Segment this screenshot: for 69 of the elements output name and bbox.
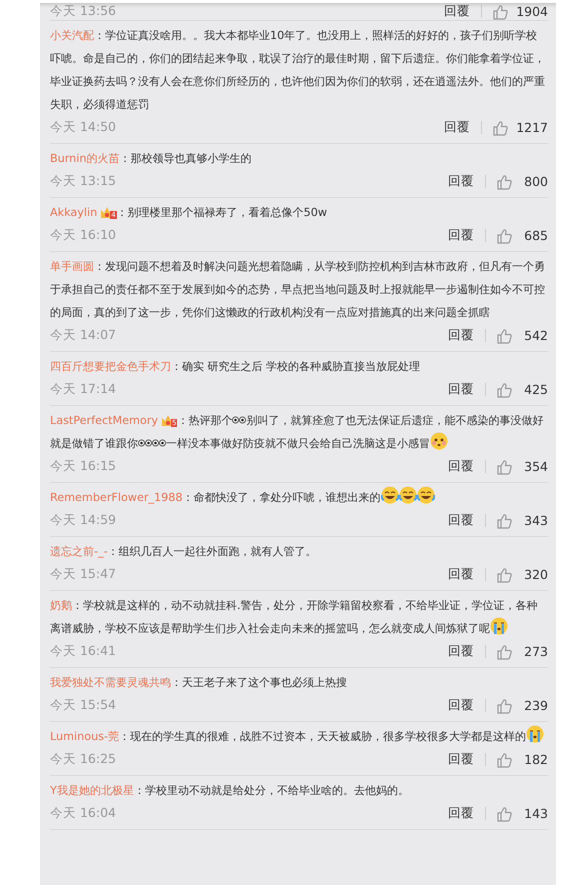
like-count: 239 <box>523 698 548 713</box>
reply-link[interactable]: 回覆 <box>444 119 470 136</box>
reply-link[interactable]: 回覆 <box>448 566 474 583</box>
timestamp: 今天 14:59 <box>50 512 116 529</box>
comment-text: Y我是她的北极星：学校里动不动就是给处分，不给毕业啥的。去他妈的。 <box>50 783 410 799</box>
crying-emoji-icon <box>526 725 544 743</box>
laughing-emoji-icon <box>380 486 399 504</box>
reply-link[interactable]: 回覆 <box>448 458 474 475</box>
timestamp: 今天 16:10 <box>50 227 116 244</box>
reply-link[interactable]: 回覆 <box>448 751 474 768</box>
reply-link[interactable]: 回覆 <box>448 512 474 529</box>
like-count: 143 <box>523 806 548 821</box>
reply-link[interactable]: 回覆 <box>448 805 474 822</box>
timestamp: 今天 17:14 <box>50 381 116 398</box>
thumbs-up-icon[interactable] <box>496 806 512 822</box>
reply-link[interactable]: 回覆 <box>448 327 474 344</box>
thumbs-up-icon[interactable] <box>496 382 512 398</box>
like-count: 425 <box>523 382 548 397</box>
like-count: 1217 <box>516 120 548 135</box>
reply-link[interactable]: 回覆 <box>448 227 474 244</box>
blushing-emoji-icon <box>430 432 448 450</box>
comment-text: 奶鹅：学校就是这样的，动不动就挂科.警告，处分，开除学籍留校察看，不给毕业证，学位证，各种离谱威胁，学校不应该是帮助学生们步入社会走向未来的摇篮吗，怎么就变成人间炼狱了呢 <box>50 598 539 637</box>
like-count: 273 <box>523 644 548 659</box>
thumbs-up-icon[interactable] <box>496 566 512 582</box>
comment-text: 小关汽配：学位证真没啥用。。我大本都毕业10年了。也没用上，照样活的好好的，孩子们别听学校吓唬。命是自己的，你们的团结起来争取，耽误了治疗的最佳时期，留下后遗症。你们能拿着学位证，毕业证换药去吗？没有人会在意你们所经历的，也许他们因为你们的软弱，还在逍遥法外。他们的严重失职，必须得道惩罚 <box>50 28 546 113</box>
like-count: 542 <box>523 328 548 343</box>
reply-link[interactable]: 回覆 <box>448 643 474 660</box>
thumbs-up-icon[interactable] <box>492 120 508 136</box>
timestamp: 今天 15:54 <box>50 697 116 714</box>
thumbs-up-icon[interactable] <box>496 174 512 190</box>
comment-text: 四百斤想要把金色手术刀：确实 研究生之后 学校的各种威胁直接当放屁处理 <box>50 359 422 375</box>
reply-link[interactable]: 回覆 <box>444 3 470 20</box>
thumbs-up-icon[interactable] <box>496 512 512 528</box>
timestamp: 今天 13:15 <box>50 173 116 190</box>
like-count: 1904 <box>516 4 548 19</box>
reply-link[interactable]: 回覆 <box>448 173 474 190</box>
reply-link[interactable]: 回覆 <box>448 381 474 398</box>
timestamp: 今天 16:04 <box>50 805 116 822</box>
thumbs-up-icon[interactable] <box>496 228 512 244</box>
comment-text: Luminous-莞：现在的学生真的很难，战胜不过资本，天天被威胁，很多学校很多大学都是这样的 <box>50 725 548 748</box>
crying-emoji-icon <box>490 617 508 635</box>
timestamp: 今天 16:41 <box>50 643 116 660</box>
comment-text: 遗忘之前-_-：组织几百人一起往外面跑，就有人管了。 <box>50 544 318 560</box>
like-count: 320 <box>523 567 548 582</box>
comment-text: 单手画圆：发现问题不想着及时解决问题光想着隐瞒，从学校到防控机构到吉林市政府，但凡有一个勇于承担自己的责任都不至于发展到如今的态势，早点把当地问题及时上报就能早一步遏制住如今不可控的局面，真的到了这一步，凭你们这懒政的行政机构没有一点应对措施真的出来问题全抓瞎 <box>50 259 546 321</box>
comment-text: 我爱独处不需要灵魂共鸣：天王老子来了这个事也必须上热搜 <box>50 675 348 691</box>
timestamp: 今天 13:56 <box>50 3 116 20</box>
like-count: 343 <box>523 513 548 528</box>
thumbs-up-icon[interactable] <box>492 4 508 20</box>
laughing-emoji-icon <box>416 486 435 504</box>
thumbs-up-icon[interactable] <box>496 458 512 474</box>
timestamp: 今天 16:15 <box>50 458 116 475</box>
like-count: 354 <box>523 459 548 474</box>
thumbs-up-icon[interactable] <box>496 698 512 714</box>
eyes-emoji-icon <box>232 416 246 424</box>
thumbs-up-icon[interactable] <box>496 328 512 344</box>
laughing-emoji-icon <box>398 486 417 504</box>
reply-link[interactable]: 回覆 <box>448 697 474 714</box>
like-count: 685 <box>523 228 548 243</box>
timestamp: 今天 14:50 <box>50 119 116 136</box>
timestamp: 今天 15:47 <box>50 566 116 583</box>
comment-text: RememberFlower_1988：命都快没了，拿处分吓唬，谁想出来的 <box>50 486 548 509</box>
thumbs-up-icon[interactable] <box>496 752 512 768</box>
thumbs-up-icon[interactable] <box>496 644 512 660</box>
timestamp: 今天 14:07 <box>50 327 116 344</box>
comment-text: Burnin的火苗：那校领导也真够小学生的 <box>50 151 252 167</box>
timestamp: 今天 16:25 <box>50 751 116 768</box>
like-count: 182 <box>523 752 548 767</box>
like-count: 800 <box>523 174 548 189</box>
